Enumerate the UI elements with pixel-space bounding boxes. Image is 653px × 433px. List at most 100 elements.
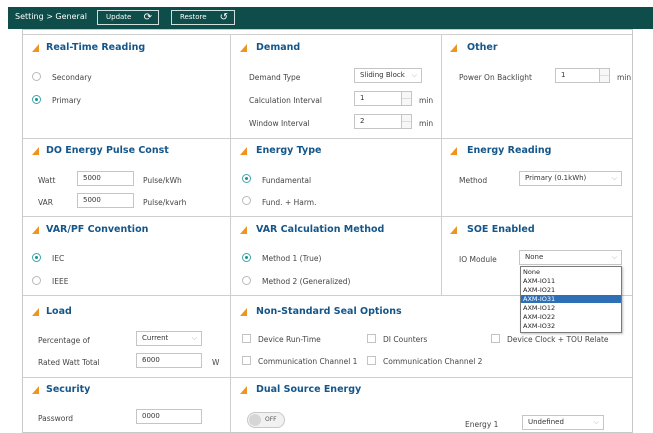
fundamental-label: Fundamental [262, 176, 312, 185]
backlight-input[interactable]: 1 [555, 68, 600, 83]
di-counters-checkbox[interactable] [367, 334, 376, 343]
do-pulse-title: DO Energy Pulse Const [46, 145, 169, 156]
window-interval-stepper[interactable] [402, 114, 412, 129]
breadcrumb: Setting > General [15, 12, 87, 21]
percentage-select[interactable]: Current ⌵ [136, 331, 202, 346]
chevron-down-icon: ⌵ [411, 71, 417, 79]
section-marker-icon [240, 308, 247, 316]
window-interval-label: Window Interval [249, 119, 310, 128]
section-marker-icon [240, 147, 247, 155]
divider [23, 138, 632, 139]
di-counters-label: DI Counters [383, 335, 428, 344]
watt-unit: Pulse/kWh [143, 176, 182, 185]
primary-radio[interactable] [32, 95, 41, 104]
energy1-value: Undefined [528, 418, 564, 426]
divider [230, 34, 231, 433]
password-input[interactable]: 0000 [136, 409, 202, 424]
rated-watt-input[interactable]: 6000 [136, 353, 202, 368]
energy-reading-title: Energy Reading [467, 145, 552, 156]
secondary-label: Secondary [52, 73, 92, 82]
calc-interval-unit: min [419, 96, 434, 105]
realtime-title: Real-Time Reading [46, 42, 146, 53]
soe-title: SOE Enabled [467, 224, 535, 235]
fundamental-radio[interactable] [242, 174, 251, 183]
dropdown-option[interactable]: AXM-IO12 [521, 304, 621, 312]
dropdown-option-highlighted[interactable]: AXM-IO31 [521, 295, 621, 303]
update-button[interactable]: Update ⟳ [97, 10, 159, 25]
calc-interval-label: Calculation Interval [249, 96, 322, 105]
method-value: Primary (0.1kWh) [525, 174, 587, 182]
dropdown-option[interactable]: AXM-IO22 [521, 313, 621, 321]
demand-title: Demand [256, 42, 301, 53]
dropdown-option[interactable]: None [521, 268, 621, 276]
demand-type-value: Sliding Block [360, 71, 405, 79]
chevron-down-icon: ⌵ [593, 418, 599, 426]
seal-title: Non-Standard Seal Options [256, 306, 402, 317]
window-interval-input[interactable]: 2 [354, 114, 402, 129]
method1-radio[interactable] [242, 253, 251, 262]
section-marker-icon [240, 226, 247, 234]
run-time-checkbox[interactable] [242, 334, 251, 343]
fund-harm-label: Fund. + Harm. [262, 198, 317, 207]
method2-label: Method 2 (Generalized) [262, 277, 351, 286]
other-title: Other [467, 42, 498, 53]
energy-type-title: Energy Type [256, 145, 322, 156]
chevron-down-icon: ⌵ [611, 253, 617, 261]
var-unit: Pulse/kvarh [143, 198, 187, 207]
dual-source-toggle[interactable]: OFF [247, 412, 285, 428]
var-label: VAR [38, 198, 53, 207]
percentage-value: Current [142, 334, 169, 342]
dropdown-option[interactable]: AXM-IO32 [521, 322, 621, 330]
comm-channel2-label: Communication Channel 2 [383, 357, 483, 366]
section-marker-icon [32, 226, 39, 234]
dropdown-option[interactable]: AXM-IO21 [521, 286, 621, 294]
window-interval-unit: min [419, 119, 434, 128]
watt-label: Watt [38, 176, 56, 185]
var-calc-title: VAR Calculation Method [256, 224, 385, 235]
io-module-dropdown: None AXM-IO11 AXM-IO21 AXM-IO31 AXM-IO12… [520, 266, 622, 333]
rated-watt-unit: W [212, 358, 220, 367]
section-marker-icon [32, 386, 39, 394]
energy1-select[interactable]: Undefined ⌵ [522, 415, 604, 430]
demand-type-select[interactable]: Sliding Block ⌵ [354, 68, 422, 83]
security-title: Security [46, 384, 91, 395]
device-clock-checkbox[interactable] [491, 334, 500, 343]
chevron-down-icon: ⌵ [191, 334, 197, 342]
method1-label: Method 1 (True) [262, 254, 322, 263]
dropdown-option[interactable]: AXM-IO11 [521, 277, 621, 285]
section-marker-icon [450, 226, 457, 234]
io-module-value: None [525, 253, 544, 261]
toggle-knob [249, 414, 261, 426]
divider [23, 377, 632, 378]
section-marker-icon [32, 44, 39, 52]
method2-radio[interactable] [242, 276, 251, 285]
comm-channel2-checkbox[interactable] [367, 356, 376, 365]
chevron-down-icon: ⌵ [611, 174, 617, 182]
toggle-label: OFF [265, 416, 277, 423]
var-input[interactable]: 5000 [77, 193, 134, 208]
primary-label: Primary [52, 96, 81, 105]
fund-harm-radio[interactable] [242, 196, 251, 205]
backlight-unit: min [617, 73, 632, 82]
section-marker-icon [450, 147, 457, 155]
restore-button[interactable]: Restore ↺ [171, 10, 235, 25]
password-label: Password [38, 414, 74, 423]
restore-label: Restore [180, 13, 207, 21]
watt-input[interactable]: 5000 [77, 171, 134, 186]
backlight-stepper[interactable] [600, 68, 610, 83]
iec-radio[interactable] [32, 253, 41, 262]
comm-channel1-label: Communication Channel 1 [258, 357, 358, 366]
section-marker-icon [32, 147, 39, 155]
comm-channel1-checkbox[interactable] [242, 356, 251, 365]
method-select[interactable]: Primary (0.1kWh) ⌵ [519, 171, 622, 186]
refresh-icon: ⟳ [143, 12, 152, 23]
secondary-radio[interactable] [32, 72, 41, 81]
load-title: Load [46, 306, 72, 317]
io-module-label: IO Module [459, 255, 497, 264]
ieee-radio[interactable] [32, 276, 41, 285]
calc-interval-input[interactable]: 1 [354, 91, 402, 106]
calc-interval-stepper[interactable] [402, 91, 412, 106]
io-module-select[interactable]: None ⌵ [519, 250, 622, 265]
varpf-title: VAR/PF Convention [46, 224, 149, 235]
section-marker-icon [450, 44, 457, 52]
